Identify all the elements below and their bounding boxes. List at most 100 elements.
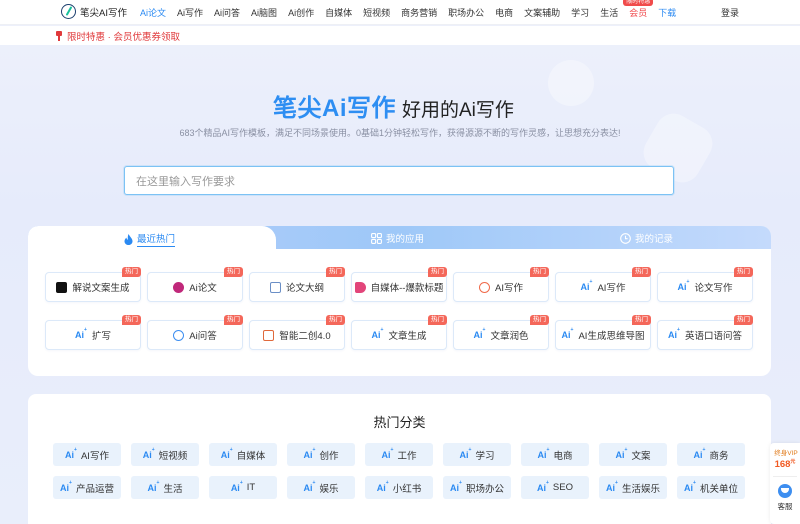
- category-chip[interactable]: Ai+ 产品运营: [53, 476, 121, 499]
- ai-glyph-text: Ai: [220, 449, 230, 460]
- nav-item[interactable]: 职场办公: [448, 6, 484, 19]
- category-label: 职场办公: [465, 483, 504, 495]
- nav-item[interactable]: Ai问答: [214, 6, 240, 19]
- ai-glyph-text: Ai: [677, 282, 687, 292]
- nav-item[interactable]: 学习: [571, 6, 589, 19]
- tool-card[interactable]: Ai问答 热门: [147, 315, 243, 350]
- category-chip[interactable]: Ai+ 商务: [677, 443, 745, 466]
- tool-card-label: 英语口语问答: [684, 331, 742, 342]
- category-chip[interactable]: Ai+ 小红书: [365, 476, 433, 499]
- nav-item[interactable]: Ai创作: [288, 6, 314, 19]
- tool-card[interactable]: Ai+ 论文写作 热门: [657, 267, 753, 302]
- tool-card[interactable]: AI写作 热门: [453, 267, 549, 302]
- tool-card[interactable]: Ai+ 文章润色 热门: [453, 315, 549, 350]
- category-chip[interactable]: Ai+ 娱乐: [287, 476, 355, 499]
- category-label: 电商: [553, 450, 573, 462]
- nav-item[interactable]: 文案辅助: [524, 6, 560, 19]
- tabs-bar: 最近热门 我的应用 我的记录: [28, 226, 771, 249]
- logo-text: 笔尖AI写作: [80, 7, 127, 19]
- category-chip[interactable]: Ai+ 生活: [131, 476, 199, 499]
- tool-card-label: 智能二创4.0: [279, 331, 331, 342]
- ai-icon: Ai+: [450, 479, 462, 493]
- search-placeholder: 在这里输入写作要求: [136, 175, 235, 188]
- flame-icon: [124, 233, 133, 245]
- tool-card[interactable]: 解说文案生成 热门: [45, 267, 141, 302]
- nav-item[interactable]: 短视频: [363, 6, 390, 19]
- tool-card[interactable]: Ai+ 英语口语问答 热门: [657, 315, 753, 350]
- nav-item[interactable]: Ai论文: [140, 6, 166, 19]
- ai-icon: Ai+: [606, 479, 618, 493]
- side-widget: 终身VIP 168元 客服: [770, 443, 800, 524]
- category-chip[interactable]: Ai+ 学习: [443, 443, 511, 466]
- category-chip[interactable]: Ai+ 机关单位: [677, 476, 745, 499]
- nav-item[interactable]: 下载: [658, 6, 676, 19]
- tool-card-label: AI生成思维导图: [578, 331, 645, 342]
- category-label: 商务: [709, 450, 729, 462]
- ai-glyph-text: Ai: [668, 330, 678, 340]
- customer-service-label[interactable]: 客服: [770, 501, 800, 512]
- ai-glyph-text: Ai: [450, 482, 460, 493]
- ai-glyph-text: Ai: [580, 282, 590, 292]
- tool-card[interactable]: 自媒体--爆款标题 热门: [351, 267, 447, 302]
- tool-card[interactable]: Ai+ 文章生成 热门: [351, 315, 447, 350]
- nav-item-label: Ai问答: [214, 8, 241, 18]
- ai-icon: Ai+: [473, 327, 486, 340]
- nav-item-label: 职场办公: [448, 8, 485, 18]
- tool-card[interactable]: 智能二创4.0 热门: [249, 315, 345, 350]
- ai-glyph-text: Ai: [381, 449, 391, 460]
- promo-link[interactable]: 限时特惠 · 会员优惠券领取: [55, 29, 180, 43]
- nav-item[interactable]: Ai写作: [177, 6, 203, 19]
- category-chip[interactable]: Ai+ 生活娱乐: [599, 476, 667, 499]
- category-chip[interactable]: Ai+ 短视频: [131, 443, 199, 466]
- site-logo[interactable]: 笔尖AI写作: [61, 4, 127, 19]
- ai-icon: Ai+: [75, 327, 87, 340]
- chat-icon: [173, 329, 185, 341]
- hot-badge: 热门: [326, 315, 345, 325]
- ai-icon: Ai+: [142, 446, 155, 460]
- category-chip[interactable]: Ai+ IT: [209, 476, 277, 499]
- nav-item[interactable]: 电商: [495, 6, 513, 19]
- category-chip[interactable]: Ai+ 职场办公: [443, 476, 511, 499]
- tool-card-label: 文章润色: [490, 331, 529, 342]
- search-input[interactable]: 在这里输入写作要求: [124, 166, 674, 195]
- hot-badge: 热门: [734, 315, 753, 325]
- ai-glyph-text: Ai: [303, 482, 313, 493]
- category-label: IT: [246, 482, 256, 493]
- recreate-icon: [263, 329, 275, 341]
- category-chip[interactable]: Ai+ 创作: [287, 443, 355, 466]
- tab-my-records[interactable]: 我的记录: [620, 231, 673, 245]
- category-chip[interactable]: Ai+ 自媒体: [209, 443, 277, 466]
- category-chip[interactable]: Ai+ 工作: [365, 443, 433, 466]
- ai-glyph-text: Ai: [65, 449, 75, 460]
- nav-item[interactable]: 商务营销: [401, 6, 437, 19]
- hot-badge: 热门: [122, 267, 141, 277]
- category-chip[interactable]: Ai+ 文案: [599, 443, 667, 466]
- vip-price[interactable]: 168元: [770, 458, 800, 470]
- tool-card[interactable]: 论文大纲 热门: [249, 267, 345, 302]
- category-label: AI写作: [80, 450, 109, 462]
- nav-item[interactable]: 生活: [600, 6, 618, 19]
- ai-icon: Ai+: [371, 327, 384, 340]
- nav-item[interactable]: 自媒体: [325, 6, 352, 19]
- ai-icon: Ai+: [668, 327, 680, 340]
- login-link[interactable]: 登录: [721, 6, 739, 19]
- categories-panel: 热门分类 Ai+ AI写作 Ai+ 短视频 Ai+ 自媒体 Ai+ 创作 Ai+ 工作 Ai+ 学习 A…: [28, 394, 771, 524]
- ai-icon: Ai+: [220, 446, 233, 460]
- paper-icon: [173, 281, 185, 293]
- ai-icon: Ai+: [65, 446, 77, 460]
- vip-label[interactable]: 终身VIP: [772, 447, 800, 457]
- tool-card[interactable]: Ai+ AI写作 热门: [555, 267, 651, 302]
- tab-recent-hot[interactable]: 最近热门: [124, 231, 176, 247]
- tool-card[interactable]: Ai论文 热门: [147, 267, 243, 302]
- category-chip[interactable]: Ai+ AI写作: [53, 443, 121, 466]
- tool-card[interactable]: Ai+ 扩写 热门: [45, 315, 141, 350]
- category-chip[interactable]: Ai+ 电商: [521, 443, 589, 466]
- tool-card-label: 解说文案生成: [72, 283, 130, 294]
- nav-item[interactable]: Ai脑图: [251, 6, 277, 19]
- category-chip[interactable]: Ai+ SEO: [521, 476, 589, 499]
- tab-my-apps[interactable]: 我的应用: [371, 231, 424, 245]
- nav-item[interactable]: 会员 限时特惠: [623, 0, 654, 19]
- category-label: SEO: [552, 482, 573, 493]
- tool-card[interactable]: Ai+ AI生成思维导图 热门: [555, 315, 651, 350]
- customer-service-icon[interactable]: [778, 484, 792, 498]
